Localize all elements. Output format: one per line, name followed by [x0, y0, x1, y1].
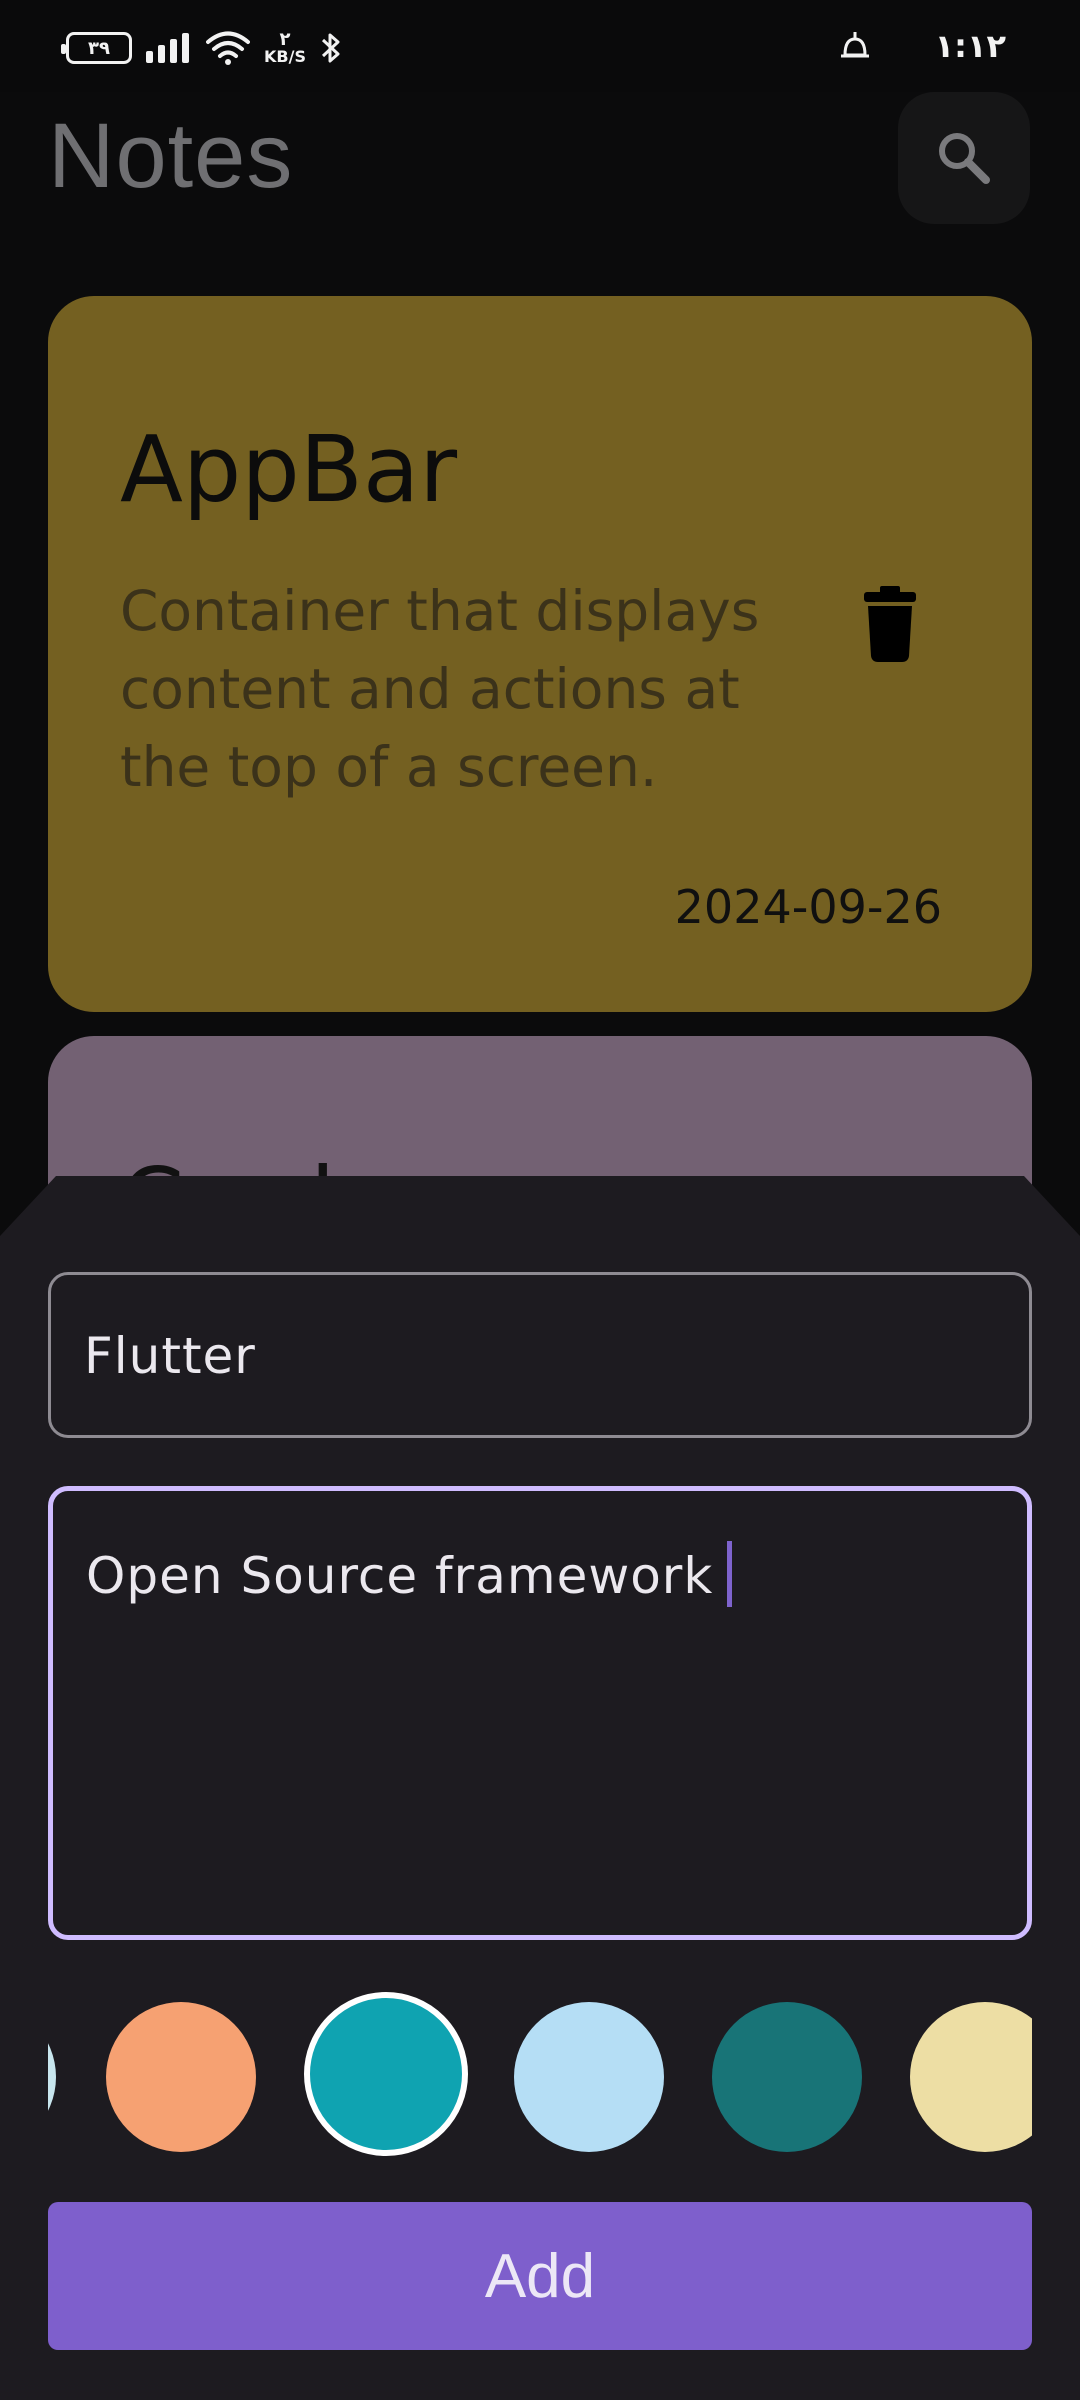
note-description-text: Open Source framework	[86, 1547, 714, 1605]
page-title: Notes	[48, 105, 294, 207]
network-speed-unit: KB/S	[264, 47, 306, 66]
network-speed: ٢ KB/S	[264, 31, 306, 65]
color-swatch[interactable]	[106, 2002, 256, 2152]
note-description-input[interactable]: Open Source framework	[48, 1486, 1032, 1940]
color-swatch[interactable]	[910, 2002, 1032, 2152]
note-date: 2024-09-26	[674, 880, 942, 934]
color-swatch[interactable]	[514, 2002, 664, 2152]
delete-note-button[interactable]	[858, 586, 922, 662]
note-title: AppBar	[120, 416, 458, 523]
wifi-icon	[206, 31, 250, 65]
note-title-input-value: Flutter	[84, 1327, 256, 1385]
color-swatch[interactable]	[48, 2002, 56, 2152]
note-card[interactable]: AppBar Container that displays content a…	[48, 296, 1032, 1012]
add-note-sheet: Flutter Open Source framework Add	[0, 1176, 1080, 2400]
cellular-signal-icon	[146, 33, 189, 63]
alarm-icon	[840, 32, 869, 58]
bluetooth-icon	[321, 33, 340, 63]
status-time: ١:١٢	[934, 27, 1006, 65]
search-icon	[939, 133, 990, 184]
add-button[interactable]: Add	[48, 2202, 1032, 2350]
search-button[interactable]	[898, 92, 1030, 224]
color-swatch-selected[interactable]	[304, 1992, 468, 2156]
note-description-input-value: Open Source framework	[86, 1541, 733, 1607]
trash-icon	[864, 586, 916, 662]
color-picker[interactable]	[48, 1990, 1032, 2156]
status-left: ٣٩ ٢ KB/S	[61, 28, 342, 68]
screen: ٣٩ ٢ KB/S ١:١٢ Notes AppBar Container th…	[0, 0, 1080, 2400]
text-cursor	[727, 1541, 733, 1607]
note-body: Container that displays content and acti…	[120, 579, 760, 799]
status-right: ١:١٢	[839, 24, 1006, 68]
note-title-input[interactable]: Flutter	[48, 1272, 1032, 1438]
battery-icon: ٣٩	[61, 32, 132, 64]
status-bar: ٣٩ ٢ KB/S ١:١٢	[0, 0, 1080, 92]
color-swatch[interactable]	[712, 2002, 862, 2152]
